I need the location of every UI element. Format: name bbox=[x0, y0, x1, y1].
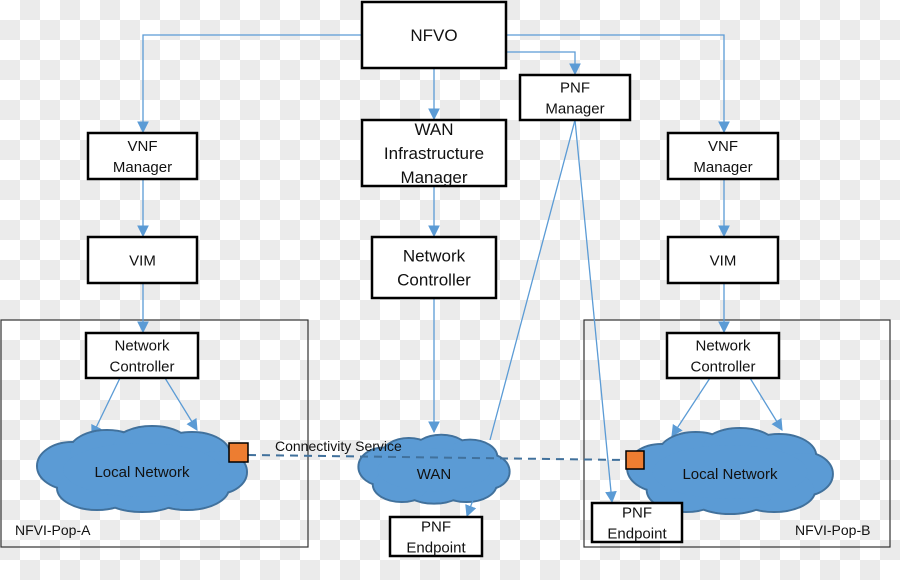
pnf-endpoint-b-box-label: Endpoint bbox=[607, 525, 667, 542]
network-controller-b-box-label: Network bbox=[695, 337, 751, 354]
local-network-cloud-a: Local Network bbox=[36, 425, 248, 513]
vnf-manager-a-box: VNF Manager bbox=[86, 131, 199, 181]
vim-a-box-label: VIM bbox=[129, 252, 156, 269]
arrow-nfvo-vnfm-a bbox=[137, 34, 362, 134]
vnf-manager-b-box-label: Manager bbox=[693, 159, 752, 176]
vnf-manager-a-box-label: VNF bbox=[128, 138, 158, 155]
nfvi-pop-a-label: NFVI-Pop-A bbox=[15, 522, 91, 538]
nfvo-box-label: NFVO bbox=[410, 26, 457, 45]
local-network-cloud-a-label: Local Network bbox=[94, 464, 190, 481]
vnf-manager-b-box-label: VNF bbox=[708, 138, 738, 155]
wan-cloud-label: WAN bbox=[417, 466, 451, 483]
connectivity-service-label: Connectivity Service bbox=[275, 438, 402, 454]
local-network-cloud-b: Local Network bbox=[626, 427, 834, 515]
vnf-manager-b-box: VNF Manager bbox=[666, 131, 780, 181]
wan-infra-manager-box-label: Manager bbox=[400, 168, 467, 187]
pnf-endpoint-wan-box: PNF Endpoint bbox=[388, 515, 484, 558]
arrow-nc-local-b-2 bbox=[749, 377, 783, 431]
pnf-manager-box: PNF Manager bbox=[518, 73, 632, 122]
pnf-endpoint-wan-box-label: PNF bbox=[421, 518, 451, 535]
pnf-manager-box-label: PNF bbox=[560, 79, 590, 96]
pnf-endpoint-wan-box-label: Endpoint bbox=[406, 539, 466, 556]
endpoint-b-square bbox=[625, 450, 645, 470]
network-controller-wan-box-label: Controller bbox=[397, 270, 471, 289]
pnf-endpoint-b-box-label: PNF bbox=[622, 504, 652, 521]
network-controller-b-box-label: Controller bbox=[690, 358, 755, 375]
endpoint-a-square bbox=[228, 442, 249, 463]
network-controller-a-box-label: Controller bbox=[109, 358, 174, 375]
network-controller-b-box: Network Controller bbox=[665, 331, 781, 380]
arrow-pnfm-endpoint-b bbox=[574, 119, 617, 504]
wan-infra-manager-box-label: WAN bbox=[414, 120, 453, 139]
arrow-nc-local-a-1 bbox=[91, 377, 121, 438]
vnf-manager-a-box-label: Manager bbox=[113, 159, 172, 176]
vim-a-box: VIM bbox=[86, 235, 199, 285]
network-controller-wan-box: Network Controller bbox=[370, 235, 498, 300]
pnf-endpoint-b-box: PNF Endpoint bbox=[590, 501, 684, 544]
nfv-architecture-diagram: NFVI-Pop-A NFVI-Pop-B Local Network Local… bbox=[0, 0, 891, 558]
network-controller-a-box: Network Controller bbox=[84, 331, 200, 380]
nfvi-pop-b-label: NFVI-Pop-B bbox=[795, 522, 870, 538]
network-controller-a-box-label: Network bbox=[114, 337, 170, 354]
vim-b-box: VIM bbox=[666, 235, 780, 285]
network-controller-wan-box-label: Network bbox=[403, 247, 466, 266]
arrow-nc-local-a-2 bbox=[164, 377, 198, 431]
local-network-cloud-b-label: Local Network bbox=[682, 466, 778, 483]
wan-infra-manager-box-label: Infrastructure bbox=[384, 144, 484, 163]
pnf-manager-box-label: Manager bbox=[545, 100, 604, 117]
wan-infra-manager-box: WAN Infrastructure Manager bbox=[360, 118, 508, 188]
nfvo-box: NFVO bbox=[360, 0, 508, 70]
vim-b-box-label: VIM bbox=[710, 252, 737, 269]
arrow-nfvo-pnfm bbox=[506, 51, 581, 76]
arrow-nc-local-b-1 bbox=[671, 377, 711, 437]
